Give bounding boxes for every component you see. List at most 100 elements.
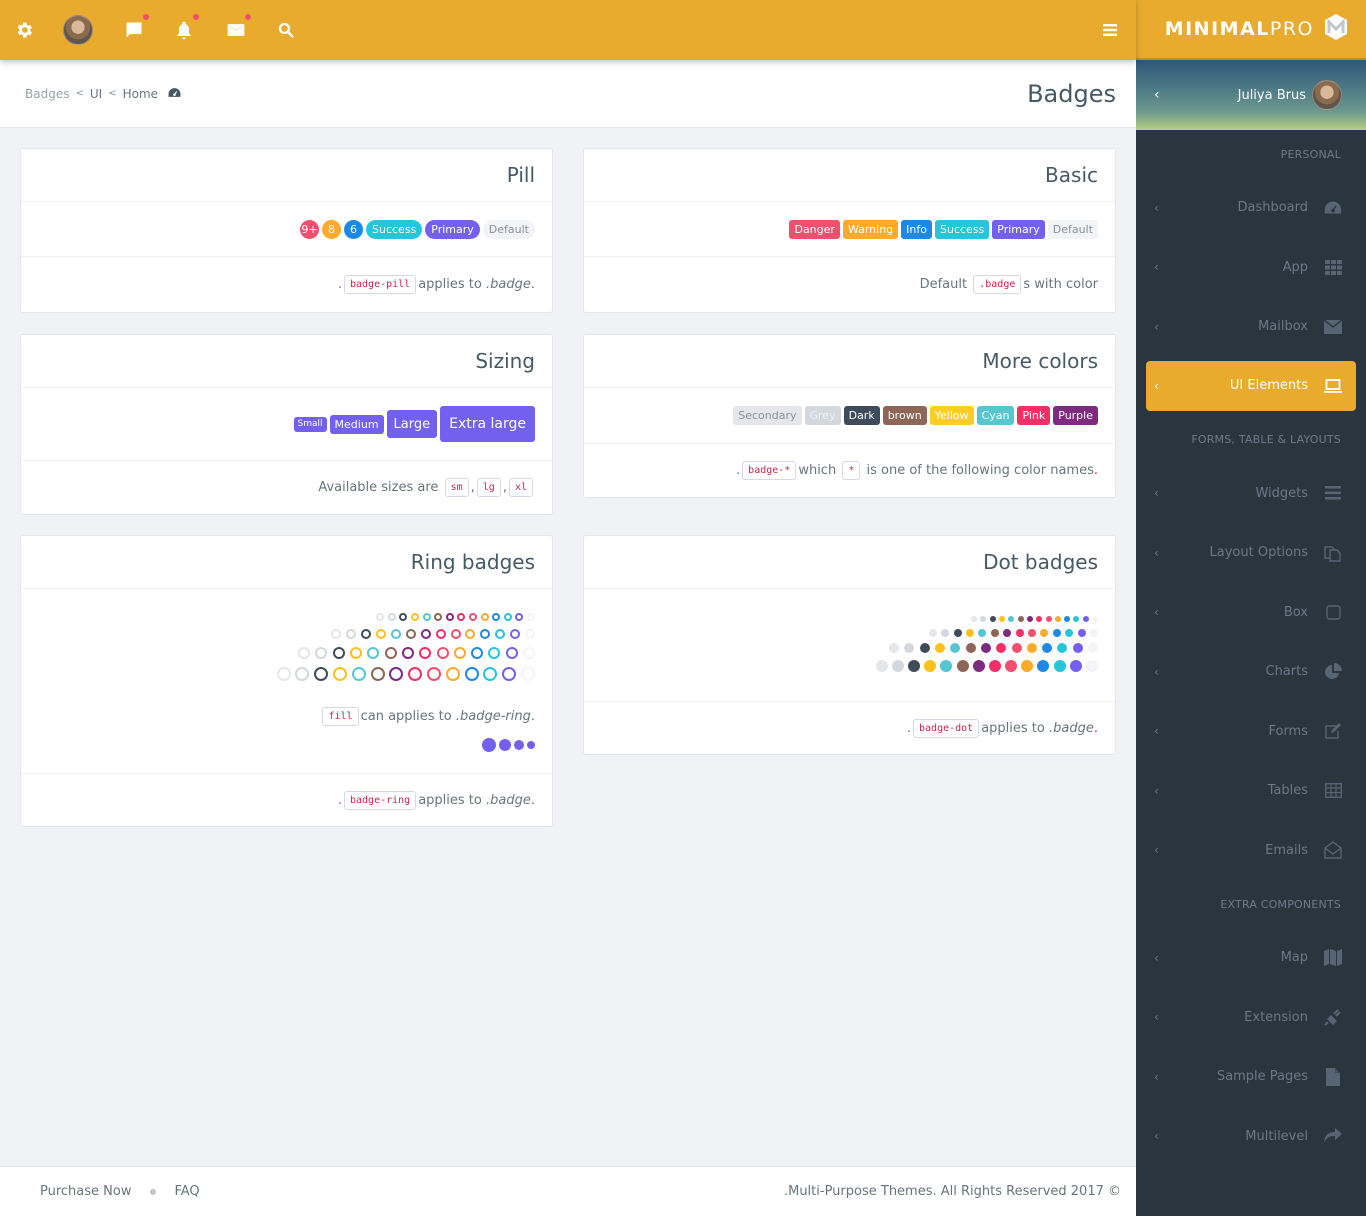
sidebar-item-label: Mailbox xyxy=(1258,319,1308,335)
faq-link[interactable]: FAQ xyxy=(174,1184,199,1199)
sidebar-item-label: UI Elements xyxy=(1229,378,1308,393)
user-avatar[interactable] xyxy=(63,15,93,45)
badge-dot xyxy=(1026,616,1033,623)
search-icon[interactable] xyxy=(274,18,298,42)
badge-ring-fill xyxy=(499,739,511,751)
footer-text: applies to xyxy=(981,721,1045,736)
sidebar-item-widgets[interactable]: ‹ Widgets xyxy=(1136,464,1366,524)
badge-dot xyxy=(989,616,996,623)
chevron-left-icon[interactable]: ‹ xyxy=(1154,87,1160,103)
sidebar-item-extension[interactable]: ‹ Extension xyxy=(1136,988,1366,1048)
badge-ring xyxy=(436,647,449,659)
badge-ring xyxy=(527,613,535,621)
top-navbar xyxy=(0,0,1136,60)
badge-ring xyxy=(408,667,423,681)
sidebar-item-ui-elements[interactable]: ‹ UI Elements xyxy=(1146,360,1356,411)
brand-logo-text[interactable]: MINIMALPRO xyxy=(1165,18,1314,40)
badge-dot xyxy=(1028,628,1037,637)
badge-dot xyxy=(924,659,937,672)
badge-ring-fill xyxy=(527,741,535,749)
chevron-left-icon: ‹ xyxy=(1154,605,1159,620)
sidebar-item-forms[interactable]: ‹ Forms xyxy=(1136,702,1366,762)
badge-dot xyxy=(1090,628,1098,637)
badge-ring xyxy=(427,667,442,681)
breadcrumb-ui[interactable]: UI xyxy=(90,87,102,101)
card-body: 9+ 8 6 Success Primary Default xyxy=(21,202,552,256)
sidebar-item-multilevel[interactable]: ‹ Multilevel xyxy=(1136,1107,1366,1167)
badge-dot xyxy=(999,616,1006,623)
card-sizing: Sizing Small Medium Large Extra large Avail… xyxy=(20,334,553,515)
chat-icon[interactable] xyxy=(122,14,149,42)
notification-dot xyxy=(245,14,251,20)
gear-icon[interactable] xyxy=(12,18,36,42)
envelope-icon[interactable] xyxy=(224,14,251,42)
sidebar-item-label: Widgets xyxy=(1255,485,1308,501)
badge-dot xyxy=(875,659,888,672)
badge-dot xyxy=(935,643,946,654)
badge-ring xyxy=(350,647,363,659)
badge: Info xyxy=(901,219,932,239)
badge-dot xyxy=(1036,616,1043,623)
badge-dot xyxy=(956,659,969,672)
badge-ring xyxy=(457,613,466,621)
sidebar-item-app[interactable]: ‹ App xyxy=(1136,238,1366,298)
badge-ring xyxy=(450,629,461,639)
badge-ring xyxy=(295,667,310,681)
badge-ring xyxy=(510,629,521,639)
dot-row xyxy=(925,626,1098,641)
hamburger-icon[interactable] xyxy=(1098,18,1122,42)
badge-dot xyxy=(1082,616,1089,623)
chevron-left-icon: ‹ xyxy=(1154,200,1159,215)
badge-dot xyxy=(1003,628,1012,637)
sidebar-item-tables[interactable]: ‹ Tables xyxy=(1136,761,1366,821)
ring-badge-grid xyxy=(272,609,535,685)
notification-dot xyxy=(143,14,149,20)
user-avatar[interactable] xyxy=(1312,80,1342,110)
footer-text: s with color xyxy=(1023,277,1098,292)
footer-text: is one of the following color names xyxy=(866,463,1094,478)
badge-ring xyxy=(346,629,357,639)
badge: Cyan xyxy=(976,406,1015,425)
edit-icon xyxy=(1324,722,1342,740)
badge-dot xyxy=(1008,616,1015,623)
chevron-left-icon: < xyxy=(108,88,117,99)
badge-ring xyxy=(469,613,478,621)
badge: 8 xyxy=(322,219,341,239)
badge-dot xyxy=(941,628,950,637)
badge-ring xyxy=(515,613,524,621)
sidebar-item-charts[interactable]: ‹ Charts xyxy=(1136,642,1366,702)
card-title: Dot badges xyxy=(584,536,1115,589)
card-title: Pill xyxy=(21,149,552,202)
chevron-left-icon: ‹ xyxy=(1154,1069,1159,1084)
badge-ring xyxy=(445,667,460,681)
badge-ring xyxy=(420,629,431,639)
purchase-now-link[interactable]: Purchase Now xyxy=(40,1184,131,1199)
badge-sm: Small xyxy=(293,416,327,432)
chevron-left-icon: ‹ xyxy=(1154,486,1159,501)
sidebar-item-dashboard[interactable]: ‹ Dashboard xyxy=(1136,178,1366,238)
sidebar-item-label: Multilevel xyxy=(1245,1128,1308,1144)
breadcrumb-home[interactable]: Home xyxy=(123,87,158,101)
pie-chart-icon xyxy=(1324,662,1342,681)
sidebar-item-map[interactable]: ‹ Map xyxy=(1136,928,1366,988)
badge-ring xyxy=(387,613,396,621)
badge-dot xyxy=(1015,628,1024,637)
badge-dot xyxy=(980,616,987,623)
sidebar-item-box[interactable]: ‹ Box xyxy=(1136,583,1366,643)
dot-row xyxy=(871,657,1098,676)
sidebar-item-layout-options[interactable]: ‹ Layout Options xyxy=(1136,523,1366,583)
footer-text: applies to xyxy=(418,277,482,292)
user-name[interactable]: Juliya Brus xyxy=(1238,88,1306,103)
sidebar-item-emails[interactable]: ‹ Emails xyxy=(1136,821,1366,881)
sidebar-item-sample-pages[interactable]: ‹ Sample Pages xyxy=(1136,1047,1366,1107)
content-header: Badges < UI < Home Badges xyxy=(0,60,1136,128)
bell-icon[interactable] xyxy=(172,14,199,42)
badge-dot xyxy=(1054,616,1061,623)
sidebar-item-label: Layout Options xyxy=(1209,545,1308,561)
code-snippet: fill xyxy=(322,707,359,726)
code-snippet: badge-dot xyxy=(913,719,980,738)
sidebar-item-label: Sample Pages xyxy=(1216,1069,1308,1085)
sidebar-item-mailbox[interactable]: ‹ Mailbox xyxy=(1136,297,1366,357)
badge-dot xyxy=(996,643,1007,654)
card-footer: Default .badge s with color xyxy=(584,256,1115,312)
